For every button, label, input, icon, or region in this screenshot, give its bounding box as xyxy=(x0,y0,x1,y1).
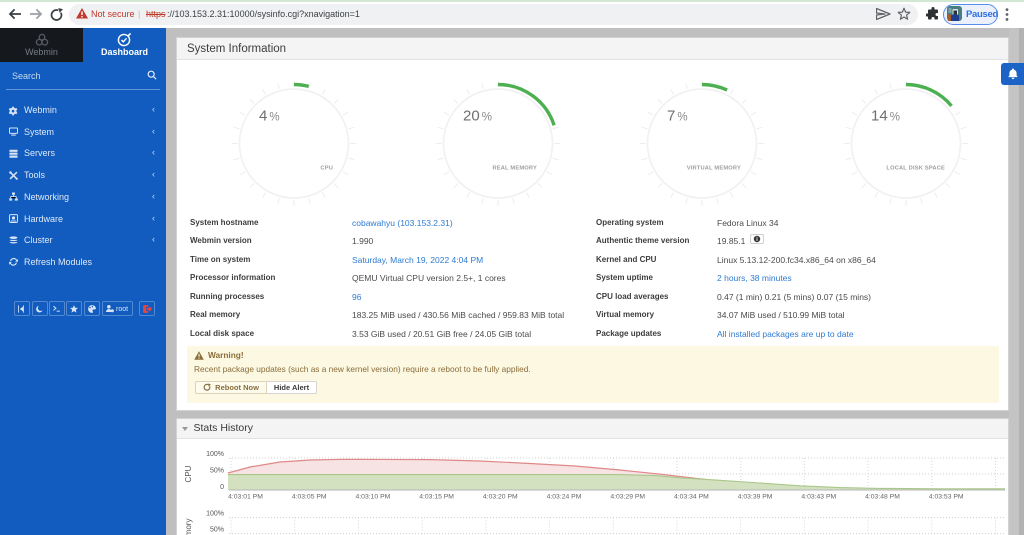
svg-text:100%: 100% xyxy=(206,511,224,518)
svg-text:LOCAL DISK SPACE: LOCAL DISK SPACE xyxy=(886,166,945,172)
svg-text:CPU: CPU xyxy=(320,166,333,172)
svg-text:4:03:05 PM: 4:03:05 PM xyxy=(292,494,327,501)
svg-text:4:03:48 PM: 4:03:48 PM xyxy=(865,494,900,501)
svg-text:4:03:10 PM: 4:03:10 PM xyxy=(356,494,391,501)
svg-text:4:03:20 PM: 4:03:20 PM xyxy=(483,494,518,501)
svg-text:4:03:34 PM: 4:03:34 PM xyxy=(674,494,709,501)
svg-text:4:03:39 PM: 4:03:39 PM xyxy=(738,494,773,501)
svg-text:50%: 50% xyxy=(210,527,224,534)
svg-text:4:03:15 PM: 4:03:15 PM xyxy=(419,494,454,501)
svg-text:4:03:29 PM: 4:03:29 PM xyxy=(610,494,645,501)
svg-text:4:03:24 PM: 4:03:24 PM xyxy=(547,494,582,501)
svg-text:VIRTUAL MEMORY: VIRTUAL MEMORY xyxy=(687,166,741,172)
svg-text:REAL MEMORY: REAL MEMORY xyxy=(492,166,537,172)
svg-text:0: 0 xyxy=(220,484,224,491)
svg-text:100%: 100% xyxy=(206,451,224,458)
svg-text:CPU: CPU xyxy=(184,465,193,482)
svg-text:4:03:01 PM: 4:03:01 PM xyxy=(228,494,263,501)
svg-text:4:03:43 PM: 4:03:43 PM xyxy=(801,494,836,501)
svg-text:50%: 50% xyxy=(210,467,224,474)
svg-text:4:03:53 PM: 4:03:53 PM xyxy=(929,494,964,501)
svg-text:Memory: Memory xyxy=(184,519,193,535)
